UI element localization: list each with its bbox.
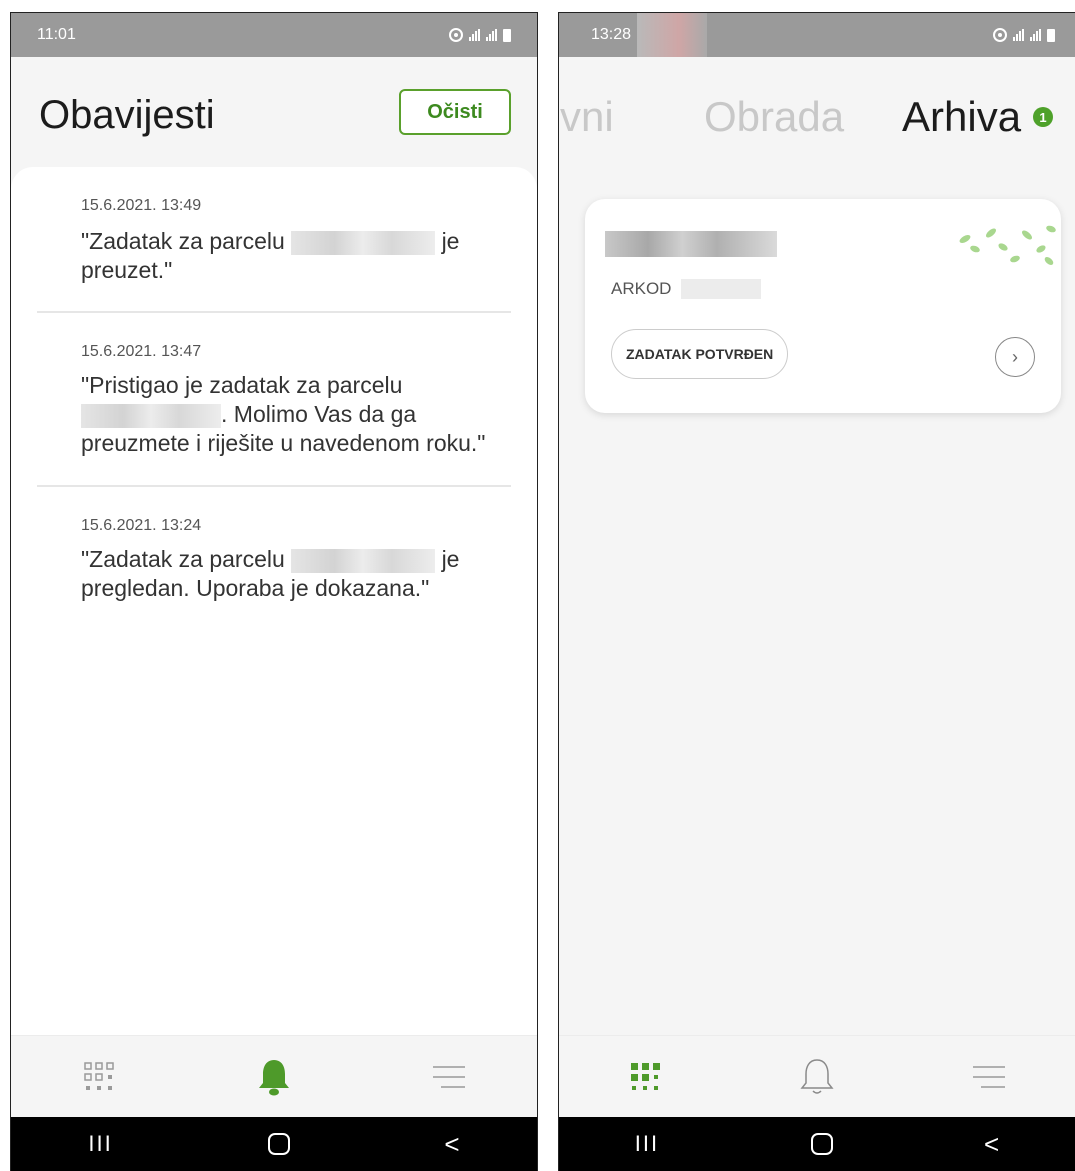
arkod-label: ARKOD: [611, 279, 672, 298]
redacted-status: [637, 13, 708, 57]
header: Obavijesti Očisti: [11, 57, 537, 169]
status-icons: [449, 28, 511, 42]
grid-icon: [83, 1061, 114, 1090]
hotspot-icon: [993, 28, 1007, 42]
task-card[interactable]: ARKOD ZADATAK POTVRĐEN ›: [585, 199, 1061, 413]
chevron-right-icon[interactable]: ›: [995, 337, 1035, 377]
nav-tasks[interactable]: [69, 1052, 129, 1102]
recent-apps-button[interactable]: III: [635, 1131, 659, 1157]
tab-archive[interactable]: Arhiva: [902, 93, 1021, 141]
menu-icon: [973, 1065, 1005, 1088]
nav-notifications[interactable]: [244, 1052, 304, 1102]
notification-text-part: je: [441, 228, 460, 254]
redacted-parcel-name: [605, 231, 777, 257]
bell-icon: [258, 1059, 289, 1095]
recent-apps-button[interactable]: III: [88, 1131, 112, 1157]
redacted-arkod-id: [681, 279, 761, 299]
notification-time: 15.6.2021. 13:47: [81, 343, 202, 360]
system-nav-bar: III <: [559, 1117, 1075, 1171]
tab-active-tasks[interactable]: tivni: [559, 93, 614, 141]
phone-notifications-screen: 11:01 Obavijesti Očisti 15.6.2021. 13:49…: [10, 12, 538, 1171]
status-time: 11:01: [37, 26, 76, 43]
bell-icon: [800, 1058, 834, 1094]
notification-text-part: pregledan. Uporaba je dokazana.": [81, 575, 430, 601]
list-item[interactable]: 15.6.2021. 13:47 "Pristigao je zadatak z…: [37, 313, 511, 487]
menu-icon: [433, 1065, 466, 1088]
grid-icon: [631, 1062, 660, 1090]
tab-bar: tivni Obrada Arhiva 1: [559, 93, 1075, 153]
notification-time: 15.6.2021. 13:24: [81, 517, 202, 534]
status-badge: ZADATAK POTVRĐEN: [611, 329, 789, 379]
notification-text-part: preuzmete i riješite u navedenom roku.": [81, 430, 486, 456]
home-button[interactable]: [267, 1133, 290, 1155]
nav-menu[interactable]: [959, 1052, 1019, 1102]
status-left: 13:28: [591, 13, 708, 57]
back-button[interactable]: <: [984, 1129, 999, 1160]
hotspot-icon: [449, 28, 463, 42]
status-bar: 11:01: [11, 13, 537, 57]
system-nav-bar: III <: [11, 1117, 537, 1171]
back-button[interactable]: <: [444, 1129, 459, 1160]
list-item[interactable]: 15.6.2021. 13:49 "Zadatak za parcelu je …: [37, 167, 511, 313]
signal-icon: [1030, 29, 1041, 41]
redacted-parcel: [291, 230, 436, 255]
battery-icon: [503, 28, 511, 42]
notification-text: "Zadatak za parcelu je preuzet.": [81, 227, 511, 285]
tab-processing[interactable]: Obrada: [704, 93, 844, 141]
leaves-icon: [959, 225, 1056, 265]
notification-text-part: "Pristigao je zadatak za parcelu: [81, 372, 403, 398]
redacted-parcel: [81, 403, 221, 428]
home-button[interactable]: [810, 1133, 833, 1155]
bottom-nav: [11, 1035, 537, 1117]
signal-icon: [1013, 29, 1024, 41]
notification-text: "Pristigao je zadatak za parcelu . Molim…: [81, 371, 511, 458]
notification-text-part: "Zadatak za parcelu: [81, 546, 285, 572]
nav-notifications[interactable]: [787, 1052, 847, 1102]
notification-text-part: je: [441, 546, 460, 572]
status-time: 13:28: [591, 26, 632, 43]
clear-button[interactable]: Očisti: [399, 89, 511, 135]
phone-archive-screen: 13:28 tivni Obrada Arhiva 1: [558, 12, 1075, 1171]
status-icons: [993, 28, 1055, 42]
signal-icon: [469, 29, 480, 41]
notification-text-part: preuzet.": [81, 257, 173, 283]
nav-tasks[interactable]: [615, 1052, 675, 1102]
bottom-nav: [559, 1035, 1075, 1117]
signal-icon: [486, 29, 497, 41]
list-item[interactable]: 15.6.2021. 13:24 "Zadatak za parcelu je …: [37, 487, 511, 627]
notification-list: 15.6.2021. 13:49 "Zadatak za parcelu je …: [11, 167, 537, 1035]
notification-text: "Zadatak za parcelu je pregledan. Uporab…: [81, 545, 511, 603]
redacted-parcel: [291, 548, 436, 573]
battery-icon: [1047, 28, 1055, 42]
page-title: Obavijesti: [39, 93, 215, 137]
nav-menu[interactable]: [419, 1052, 479, 1102]
notification-time: 15.6.2021. 13:49: [81, 197, 202, 214]
archive-count-badge: 1: [1033, 107, 1053, 127]
status-bar: 13:28: [559, 13, 1075, 57]
notification-text-part: . Molimo Vas da ga: [221, 401, 417, 427]
notification-text-part: "Zadatak za parcelu: [81, 228, 285, 254]
